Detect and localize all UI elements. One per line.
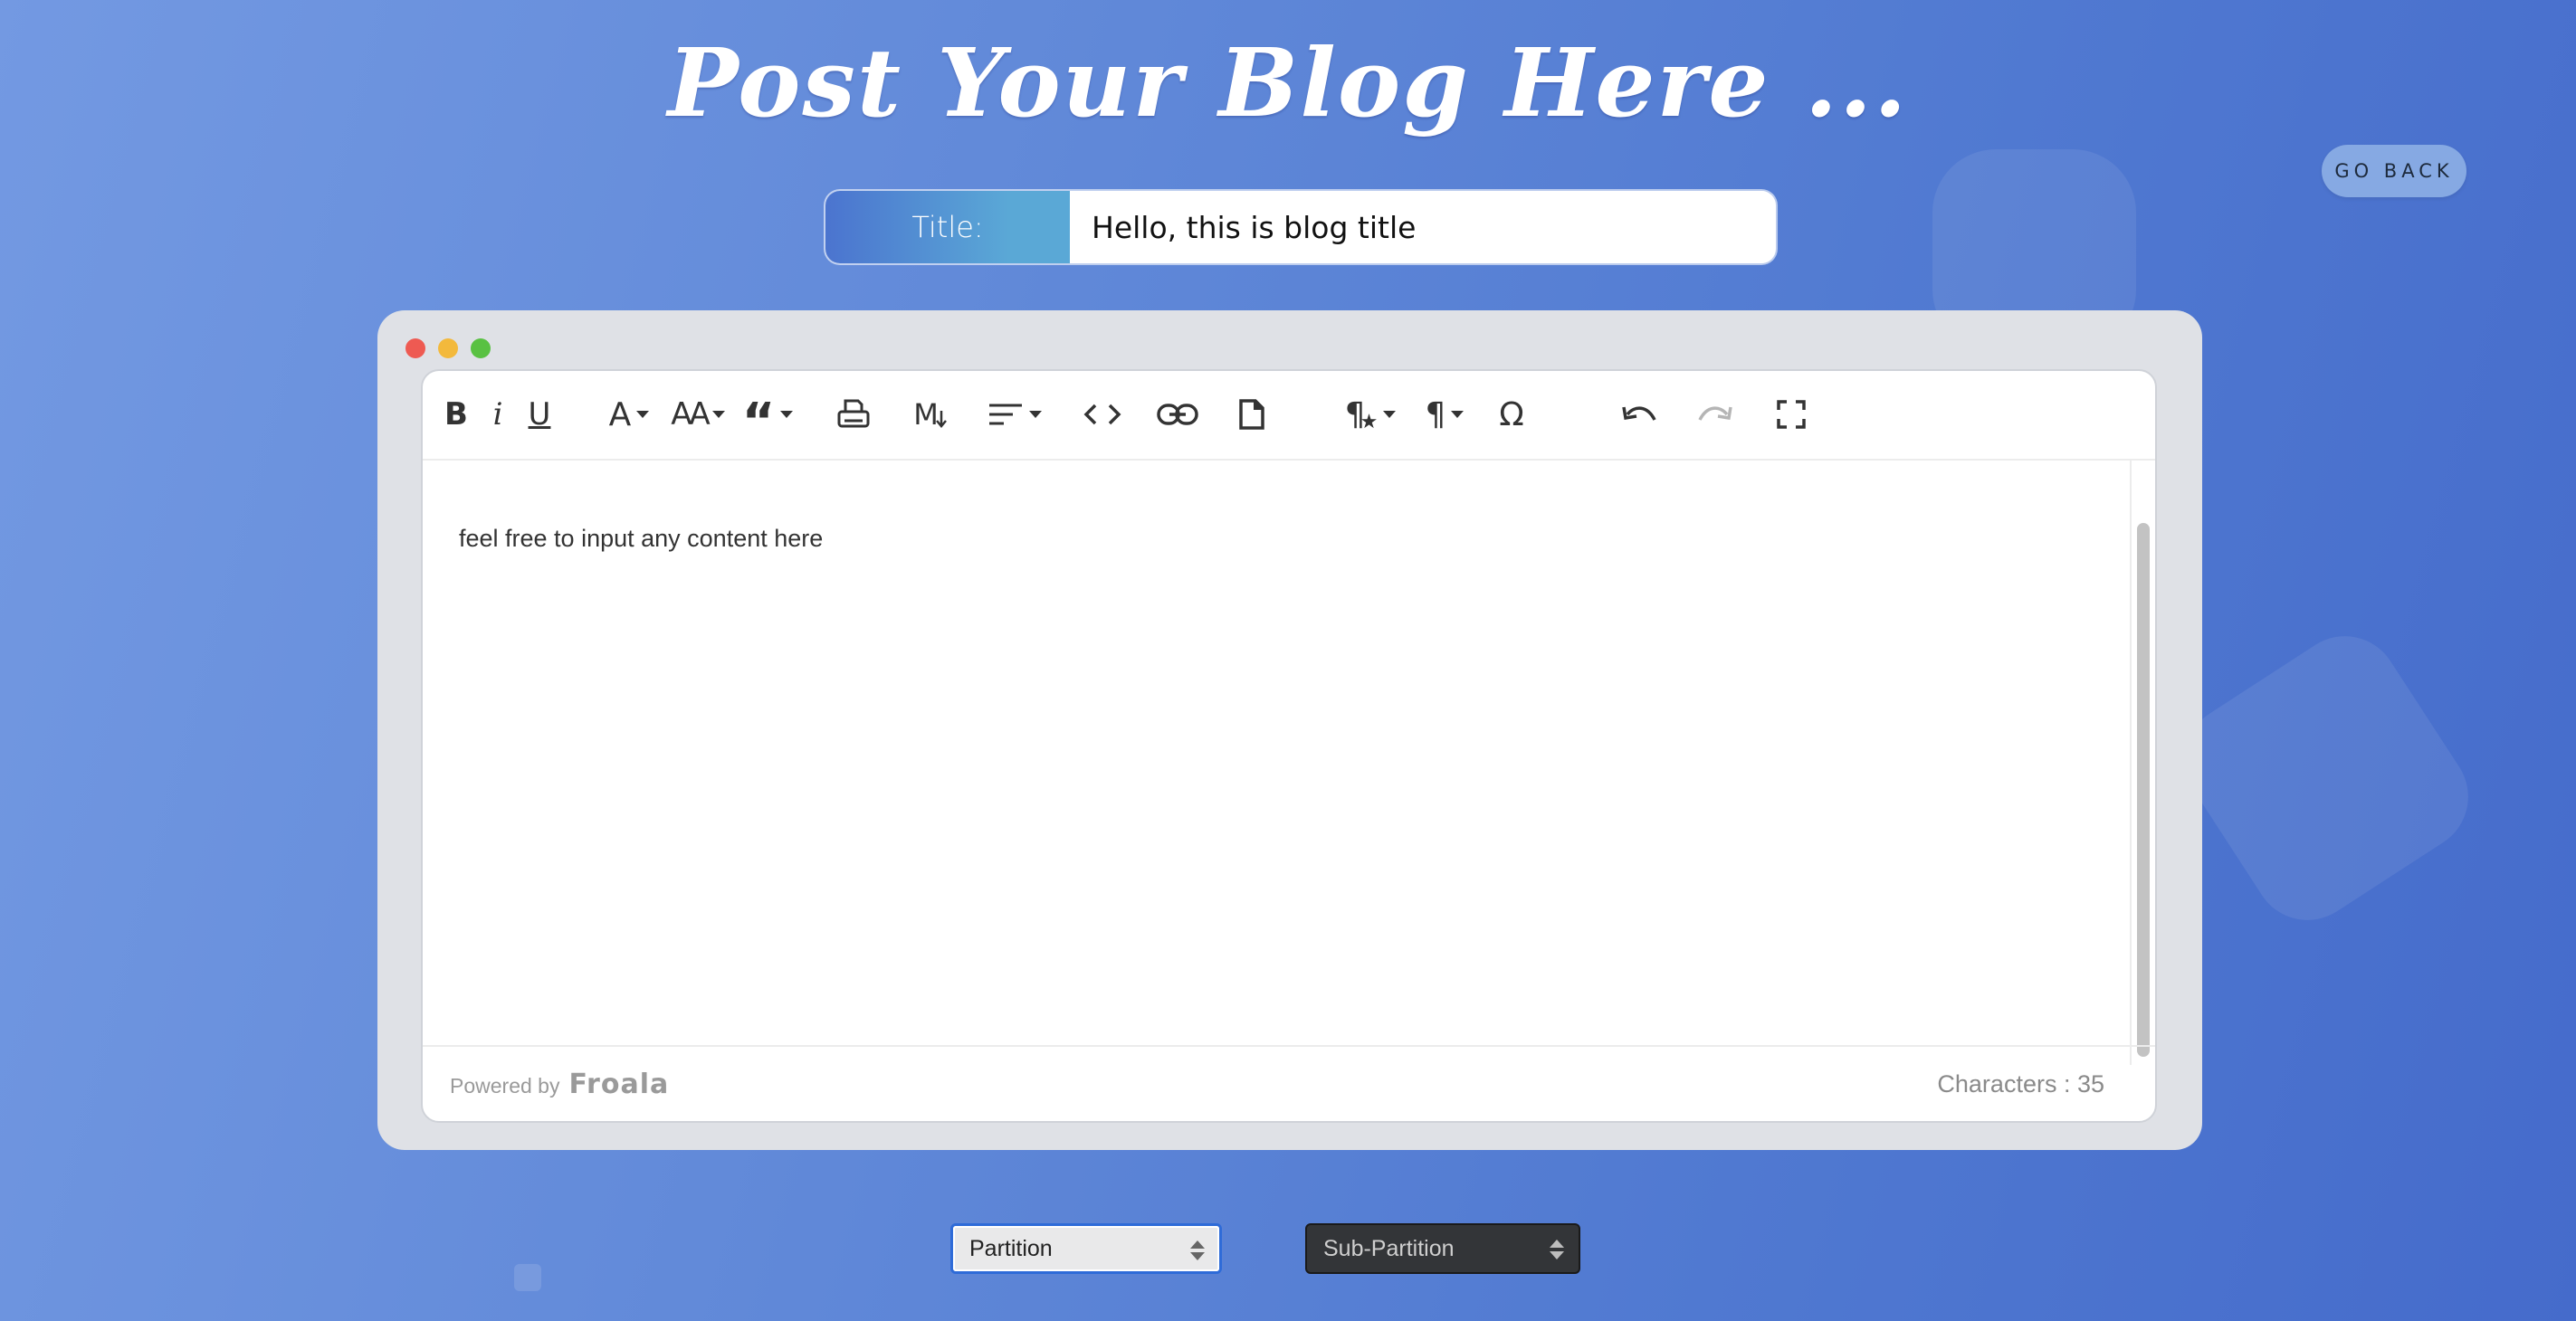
chevron-down-icon (1451, 411, 1465, 418)
underline-button[interactable]: U (524, 387, 555, 442)
sub-partition-select-value: Sub-Partition (1323, 1235, 1455, 1261)
editor-window: B i U A AA “ M ¶ ★ ¶ Ω feel free to inpu… (377, 310, 2202, 1150)
editor-toolbar: B i U A AA “ M ¶ ★ ¶ Ω (423, 371, 2155, 461)
font-family-icon: A (608, 395, 632, 433)
title-label: Title: (825, 191, 1070, 263)
partition-select[interactable]: Partition (950, 1223, 1222, 1274)
editor-footer: Powered by Froala Characters : 35 (423, 1045, 2155, 1121)
arrow-down-icon (935, 411, 947, 428)
special-characters-button[interactable]: Ω (1491, 387, 1532, 442)
rich-text-editor: B i U A AA “ M ¶ ★ ¶ Ω feel free to inpu… (421, 369, 2157, 1123)
fullscreen-icon (1777, 400, 1806, 429)
undo-button[interactable] (1617, 387, 1661, 442)
chevron-down-icon (1383, 411, 1397, 418)
fullscreen-button[interactable] (1770, 387, 1813, 442)
redo-icon (1698, 406, 1732, 421)
froala-logo[interactable]: Froala (568, 1069, 669, 1100)
italic-button[interactable]: i (482, 387, 513, 442)
redo-button[interactable] (1693, 387, 1737, 442)
file-icon (1239, 399, 1264, 430)
background-decoration (514, 1264, 541, 1291)
character-count: Characters : 35 (1937, 1070, 2104, 1098)
print-button[interactable] (834, 387, 873, 442)
link-icon (1157, 404, 1198, 425)
sub-partition-select[interactable]: Sub-Partition (1305, 1223, 1580, 1274)
chevron-down-icon (780, 411, 794, 418)
omega-icon: Ω (1499, 395, 1524, 433)
paragraph-style-button[interactable]: ¶ ★ (1337, 387, 1404, 442)
paragraph-format-icon: ¶ (1425, 395, 1446, 433)
go-back-button[interactable]: GO BACK (2322, 145, 2466, 197)
markdown-button[interactable]: M (910, 387, 951, 442)
scrollbar-thumb[interactable] (2137, 523, 2150, 1057)
align-button[interactable] (982, 387, 1047, 442)
chevron-down-icon (636, 411, 650, 418)
paragraph-format-button[interactable]: ¶ (1415, 387, 1474, 442)
window-minimize-dot[interactable] (438, 338, 458, 358)
code-view-icon (1083, 404, 1121, 425)
star-icon: ★ (1360, 410, 1379, 432)
partition-select-value: Partition (969, 1235, 1053, 1261)
select-arrows-icon (1550, 1238, 1564, 1261)
code-view-button[interactable] (1080, 387, 1125, 442)
chevron-down-icon (711, 411, 725, 418)
editor-content[interactable]: feel free to input any content here (459, 525, 823, 553)
quote-icon: “ (741, 393, 776, 451)
insert-file-button[interactable] (1232, 387, 1272, 442)
select-arrows-icon (1190, 1239, 1205, 1262)
chevron-down-icon (1029, 411, 1042, 418)
powered-by: Powered by Froala (450, 1069, 669, 1100)
title-input[interactable] (1070, 191, 1769, 263)
font-size-icon: AA (671, 396, 711, 432)
underline-icon: U (528, 396, 551, 432)
bold-icon: B (444, 396, 468, 432)
align-left-icon (989, 404, 1022, 425)
quote-button[interactable]: “ (739, 387, 796, 448)
page-title: Post Your Blog Here ... (667, 27, 1909, 138)
undo-icon (1622, 406, 1656, 421)
window-maximize-dot[interactable] (471, 338, 491, 358)
italic-icon: i (492, 396, 503, 432)
printer-icon (837, 399, 870, 428)
title-field: Title: (825, 191, 1776, 263)
bold-button[interactable]: B (441, 387, 472, 442)
insert-link-button[interactable] (1154, 387, 1201, 442)
window-close-dot[interactable] (405, 338, 425, 358)
background-decoration (2163, 615, 2489, 941)
font-family-button[interactable]: A (602, 387, 656, 442)
font-size-button[interactable]: AA (667, 387, 729, 442)
powered-by-label: Powered by (450, 1074, 560, 1098)
